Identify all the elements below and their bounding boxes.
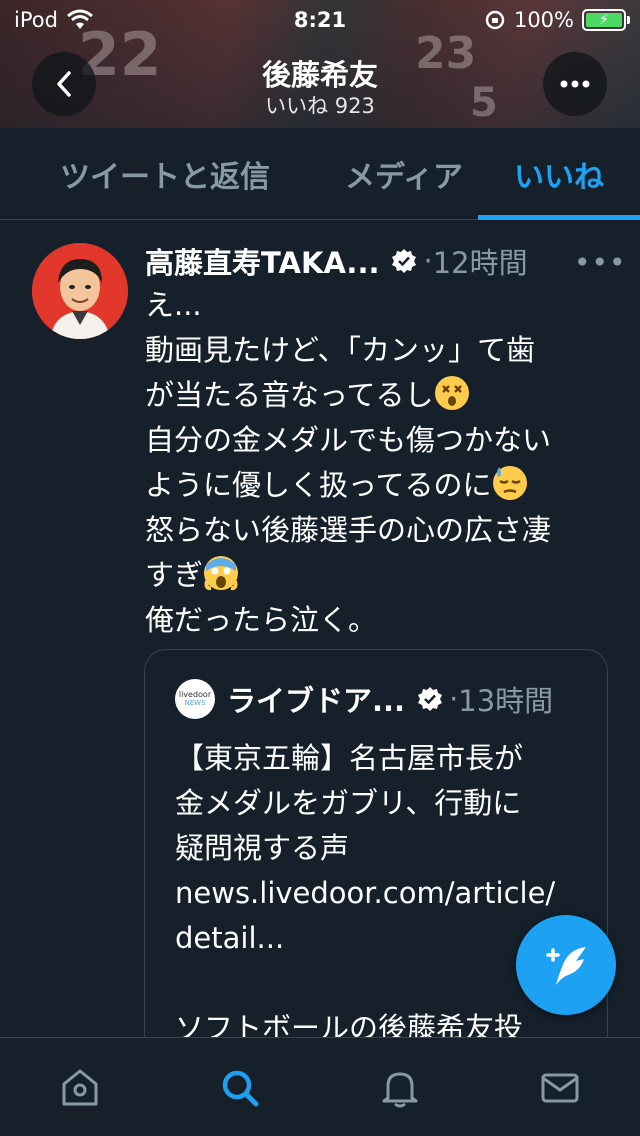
tweet-line: ように優しく扱ってるのに	[145, 468, 492, 502]
compose-tweet-button[interactable]	[516, 915, 616, 1015]
tweet-line: え...	[145, 288, 202, 322]
downcast-sweat-face-emoji-icon	[492, 465, 528, 501]
tweet-line: 自分の金メダルでも傷つかない	[145, 423, 552, 457]
status-bar: iPod 8:21 100% ⚡	[0, 0, 640, 40]
more-horizontal-icon	[560, 80, 590, 88]
quoted-tweet-header: livedoor NEWS ライブドア... · 13時間	[175, 678, 553, 720]
tweet-text: え... 動画見たけど、「カンッ」て歯 が当たる音なってるし 自分の金メダルでも…	[145, 283, 605, 643]
nav-messages[interactable]	[480, 1038, 640, 1136]
tweet-line: 俺だったら泣く。	[145, 603, 378, 637]
tweet-more-icon[interactable]: •••	[574, 246, 627, 279]
verified-badge-icon	[391, 248, 417, 274]
status-time: 8:21	[293, 8, 347, 32]
nav-search[interactable]	[160, 1038, 320, 1136]
tweet-separator: ·	[423, 244, 433, 278]
tweet-line: が当たる音なってるし	[145, 378, 434, 412]
livedoor-logo: livedoor NEWS	[175, 679, 215, 719]
tweet-line: すぎ	[145, 558, 204, 592]
quoted-separator: ·	[449, 682, 459, 716]
tweet-line: 怒らない後藤選手の心の広さ凄	[145, 513, 552, 547]
tab-media[interactable]: メディア	[330, 128, 478, 219]
tweet-author-name[interactable]: 高藤直寿TAKA...	[145, 240, 379, 282]
tab-likes[interactable]: いいね	[478, 128, 640, 220]
home-icon	[62, 1069, 98, 1105]
compose-feather-icon	[546, 947, 586, 985]
more-options-button[interactable]	[543, 52, 607, 116]
nav-home[interactable]	[0, 1038, 160, 1136]
messages-icon	[541, 1073, 579, 1102]
quoted-author-name: ライブドア...	[227, 684, 406, 718]
avatar[interactable]	[32, 243, 128, 339]
search-icon	[222, 1070, 259, 1106]
notifications-icon	[382, 1072, 418, 1107]
quoted-tweet-text: 【東京五輪】名古屋市長が 金メダルをガブリ、行動に 疑問視する声 news.li…	[175, 741, 556, 1045]
verified-badge-icon	[417, 686, 443, 712]
tweet-header: 高藤直寿TAKA... · 12時間	[145, 240, 615, 282]
dizzy-face-emoji-icon	[434, 375, 470, 411]
screaming-face-emoji-icon	[203, 555, 239, 591]
bottom-tab-bar	[0, 1037, 640, 1136]
tab-tweets-and-replies[interactable]: ツイートと返信	[0, 128, 330, 219]
profile-tabs: ツイートと返信 メディア いいね	[0, 128, 640, 220]
nav-notifications[interactable]	[320, 1038, 480, 1136]
tweet-line: 動画見たけど、「カンッ」て歯	[145, 333, 536, 367]
quoted-timestamp: 13時間	[458, 684, 554, 718]
tweet-timestamp: 12時間	[432, 246, 528, 280]
battery-icon: ⚡	[582, 9, 630, 31]
